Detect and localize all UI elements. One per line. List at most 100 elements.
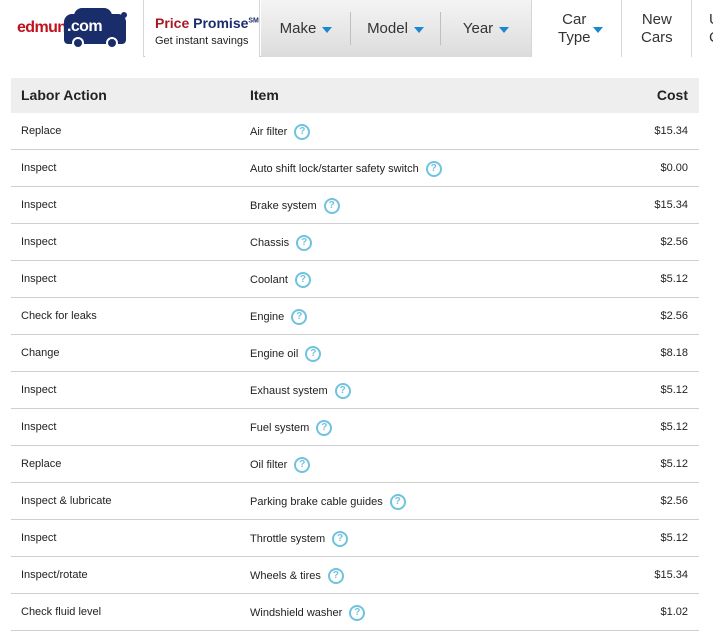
price-promise-link[interactable]: Price PromiseSM Get instant savings (145, 0, 260, 57)
item-label: Chassis (250, 237, 290, 249)
labor-action-cell: Replace (21, 458, 62, 470)
item-cell: Engine oil? (250, 346, 322, 362)
item-label: Throttle system (250, 533, 326, 545)
make-label: Make (279, 20, 317, 37)
item-cell: Throttle system? (250, 531, 349, 547)
item-label: Engine (250, 311, 285, 323)
labor-action-cell: Check fluid level (21, 606, 102, 618)
item-cell: Chassis? (250, 235, 313, 251)
labor-action-cell: Inspect (21, 199, 57, 211)
logo-com-text: .com (67, 18, 103, 35)
table-header: Labor Action Item Cost (11, 78, 699, 113)
car-type-dropdown[interactable]: Car Type (531, 0, 621, 57)
table-row: Inspect Auto shift lock/starter safety sw… (11, 150, 699, 187)
chevron-down-icon (413, 27, 424, 33)
cost-cell: $15.34 (654, 199, 688, 211)
item-label: Wheels & tires (250, 570, 321, 582)
help-icon[interactable]: ? (425, 161, 442, 177)
used-cars-link[interactable]: U C (691, 0, 713, 57)
labor-action-cell: Replace (21, 125, 62, 137)
help-icon[interactable]: ? (349, 605, 366, 621)
table-row: Check fluid level Windshield washer? $1.02 (11, 594, 699, 631)
table-row: Check for leaks Engine? $2.56 (11, 298, 699, 335)
help-icon[interactable]: ? (294, 457, 311, 473)
edmunds-logo[interactable]: edmunds .com (0, 0, 144, 57)
table-row: Inspect Exhaust system? $5.12 (11, 372, 699, 409)
price-promise-subtitle: Get instant savings (155, 35, 249, 47)
help-icon[interactable]: ? (389, 494, 406, 510)
labor-action-cell: Inspect (21, 236, 57, 248)
labor-action-cell: Change (21, 347, 60, 359)
logo-car-badge: .com (64, 8, 126, 49)
cost-cell: $5.12 (660, 421, 688, 433)
table-row: Inspect Throttle system? $5.12 (11, 520, 699, 557)
chevron-down-icon (322, 27, 333, 33)
cost-cell: $2.56 (660, 310, 688, 322)
make-dropdown[interactable]: Make (261, 0, 351, 57)
item-cell: Exhaust system? (250, 383, 351, 399)
new-cars-label: New Cars (641, 11, 673, 46)
item-header: Item (250, 87, 279, 103)
table-row: Inspect Coolant? $5.12 (11, 261, 699, 298)
help-icon[interactable]: ? (294, 124, 311, 140)
maintenance-cost-table: Labor Action Item Cost Replace Air filter… (11, 78, 699, 631)
help-icon[interactable]: ? (316, 420, 333, 436)
item-cell: Wheels & tires? (250, 568, 344, 584)
cost-cell: $15.34 (654, 125, 688, 137)
car-type-label: Car Type (558, 11, 591, 46)
table-row: Replace Oil filter? $5.12 (11, 446, 699, 483)
cost-cell: $8.18 (660, 347, 688, 359)
logo-trademark-dot (121, 12, 127, 18)
item-label: Exhaust system (250, 385, 328, 397)
table-row: Inspect Brake system? $15.34 (11, 187, 699, 224)
item-label: Parking brake cable guides (250, 496, 383, 508)
item-label: Auto shift lock/starter safety switch (250, 163, 419, 175)
help-icon[interactable]: ? (294, 272, 311, 288)
cost-cell: $5.12 (660, 532, 688, 544)
help-icon[interactable]: ? (305, 346, 322, 362)
help-icon[interactable]: ? (296, 235, 313, 251)
help-icon[interactable]: ? (323, 198, 340, 214)
year-dropdown[interactable]: Year (441, 0, 531, 57)
cost-cell: $5.12 (660, 384, 688, 396)
labor-action-cell: Inspect & lubricate (21, 495, 112, 507)
item-cell: Air filter? (250, 124, 311, 140)
site-header: edmunds .com Price PromiseSM Get instant… (0, 0, 713, 57)
help-icon[interactable]: ? (291, 309, 308, 325)
table-body: Replace Air filter? $15.34 Inspect Auto shif… (11, 113, 699, 631)
item-cell: Coolant? (250, 272, 311, 288)
cost-cell: $5.12 (660, 273, 688, 285)
labor-action-cell: Inspect (21, 384, 57, 396)
item-cell: Auto shift lock/starter safety switch? (250, 161, 442, 177)
table-row: Inspect & lubricate Parking brake cable g… (11, 483, 699, 520)
labor-action-cell: Inspect (21, 421, 57, 433)
cost-cell: $5.12 (660, 458, 688, 470)
year-label: Year (462, 20, 494, 37)
item-label: Oil filter (250, 459, 288, 471)
item-cell: Brake system? (250, 198, 340, 214)
item-label: Engine oil (250, 348, 299, 360)
vehicle-selector-bar: Make Model Year (261, 0, 531, 57)
labor-action-cell: Inspect (21, 273, 57, 285)
new-cars-link[interactable]: New Cars (621, 0, 691, 57)
table-row: Change Engine oil? $8.18 (11, 335, 699, 372)
item-label: Brake system (250, 200, 317, 212)
used-cars-label: U C (709, 11, 713, 47)
help-icon[interactable]: ? (334, 383, 351, 399)
price-promise-title: Price PromiseSM (155, 15, 259, 31)
help-icon[interactable]: ? (327, 568, 344, 584)
table-row: Inspect Fuel system? $5.12 (11, 409, 699, 446)
item-cell: Fuel system? (250, 420, 333, 436)
table-row: Inspect Chassis? $2.56 (11, 224, 699, 261)
chevron-down-icon (593, 27, 603, 33)
cost-cell: $0.00 (660, 162, 688, 174)
help-icon[interactable]: ? (332, 531, 349, 547)
model-dropdown[interactable]: Model (351, 0, 440, 57)
item-cell: Engine? (250, 309, 308, 325)
labor-action-cell: Inspect/rotate (21, 569, 88, 581)
labor-action-header: Labor Action (21, 87, 107, 103)
cost-cell: $1.02 (660, 606, 688, 618)
cost-cell: $15.34 (654, 569, 688, 581)
item-label: Air filter (250, 126, 288, 138)
model-label: Model (367, 20, 408, 37)
